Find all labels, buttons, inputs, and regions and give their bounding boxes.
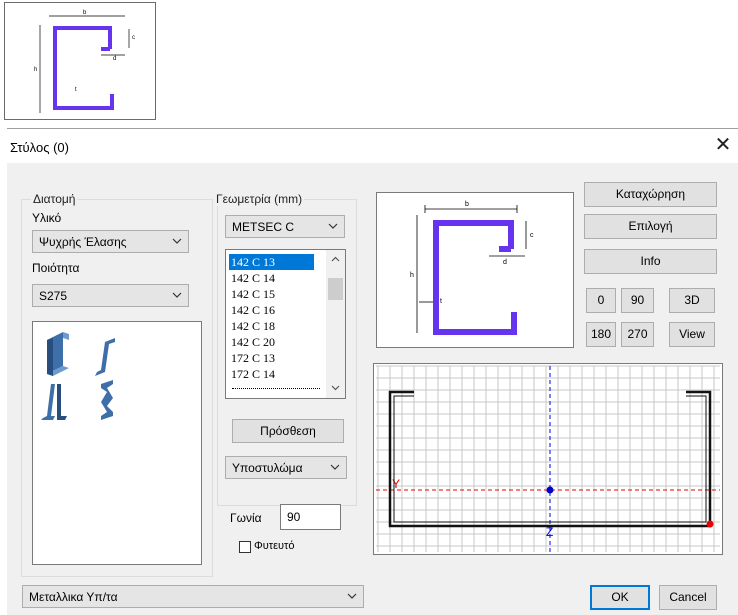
column-dialog: Στύλος (0) ✕ Διατομή Υλικό Ψυχρής Έλασης… [7,128,738,615]
chevron-down-icon [330,464,340,470]
scroll-thumb[interactable] [328,278,343,300]
material-value: Ψυχρής Έλασης [39,235,127,249]
profile-list-item[interactable]: 142 C 14 [229,270,314,286]
title-bar: Στύλος (0) ✕ [7,129,738,163]
profile-shape-panel [32,321,202,565]
info-button[interactable]: Info [584,249,717,274]
z-profile-shape-icon[interactable] [95,338,115,376]
centroid-point [546,486,554,494]
profile-list-item[interactable]: 142 C 16 [229,302,314,318]
rotate-0-button[interactable]: 0 [586,288,616,313]
chevron-down-icon [172,238,182,244]
angle-label: Γωνία [230,511,262,525]
material-select[interactable]: Ψυχρής Έλασης [32,230,189,253]
view-3d-button[interactable]: 3D [669,288,715,313]
preview-dim-h: h [410,272,414,279]
c-section-thumbnail-drawing: b h t c d [34,10,135,113]
sigma-profile-shape-icon[interactable] [101,380,113,420]
preview-dim-c: c [530,232,534,239]
category-select[interactable]: Μεταλλικα Υπ/τα [22,585,364,608]
plant-label: Φυτευτό [254,540,295,552]
geometry-group-label: Γεωμετρία (mm) [214,192,305,206]
list-partial-row [226,384,326,398]
profile-list-item[interactable]: 142 C 13 [229,254,314,270]
profile-list-item[interactable]: 142 C 15 [229,286,314,302]
profile-list-item[interactable]: 142 C 18 [229,318,314,334]
profile-list-item[interactable]: 142 C 20 [229,334,314,350]
section-grid-canvas[interactable]: Y Z [373,363,723,555]
profile-list-item[interactable]: 172 C 13 [229,350,314,366]
support-type-select[interactable]: Υποστυλώμα [225,456,347,479]
series-value: METSEC C [232,220,295,234]
chevron-down-icon [347,593,357,599]
section-group-label: Διατομή [31,192,78,206]
ok-button[interactable]: OK [590,585,650,610]
chevron-down-icon [328,223,338,229]
section-thumbnail: b h t c d [4,2,156,120]
reference-point [706,520,714,528]
view-button[interactable]: View [669,322,715,347]
preview-dim-d: d [503,259,507,266]
profile-list-scrollbar[interactable] [326,250,345,398]
quality-select[interactable]: S275 [32,284,189,307]
plant-checkbox[interactable] [239,541,251,553]
thumb-dim-b: b [83,10,87,16]
cancel-button[interactable]: Cancel [659,585,717,610]
scroll-down-icon[interactable] [330,382,341,393]
quality-value: S275 [39,289,68,303]
grid-drawing: Y Z [376,365,720,552]
quality-label: Ποιότητα [32,261,80,275]
material-label: Υλικό [32,211,62,225]
angle-input[interactable]: 90 [280,504,341,530]
close-icon[interactable]: ✕ [711,134,735,158]
chevron-down-icon [172,292,182,298]
thumb-dim-h: h [34,67,37,73]
preview-dim-b: b [465,201,469,208]
add-profile-button[interactable]: Πρόσθεση [232,419,344,443]
c-section-preview-drawing: b h t c d [410,201,534,335]
profile-listbox[interactable]: 142 C 13 142 C 14 142 C 15 142 C 16 142 … [225,249,346,399]
double-c-profile-shape-icon[interactable] [41,384,67,420]
axis-y-label: Y [392,477,400,491]
rotate-90-button[interactable]: 90 [621,288,654,313]
category-value: Μεταλλικα Υπ/τα [29,590,118,604]
select-button[interactable]: Επιλογή [584,214,717,239]
dialog-title: Στύλος (0) [10,140,69,155]
series-select[interactable]: METSEC C [225,215,345,238]
thumb-dim-c: c [132,35,135,41]
thumb-dim-t: t [75,87,77,93]
thumb-dim-d: d [113,56,116,62]
register-button[interactable]: Καταχώρηση [584,182,717,207]
profile-list-item[interactable]: 172 C 14 [229,366,314,382]
c-profile-shape-icon[interactable] [47,332,69,376]
support-type-value: Υποστυλώμα [232,461,303,475]
rotate-270-button[interactable]: 270 [621,322,654,347]
scroll-up-icon[interactable] [330,254,341,265]
preview-dim-t: t [440,298,442,305]
profile-preview: b h t c d [376,192,574,348]
profile-shape-icons [41,332,115,420]
rotate-180-button[interactable]: 180 [586,322,616,347]
